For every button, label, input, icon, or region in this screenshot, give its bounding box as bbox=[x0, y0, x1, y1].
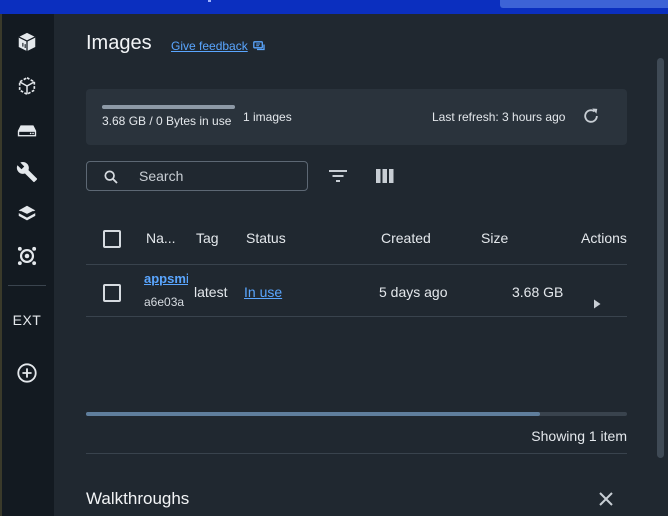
sidebar-item-learning-center[interactable] bbox=[13, 200, 41, 228]
column-header-size[interactable]: Size bbox=[481, 230, 508, 246]
search-input[interactable] bbox=[139, 162, 299, 190]
column-settings-button[interactable] bbox=[373, 166, 397, 186]
sidebar-ext-label: EXT bbox=[12, 312, 42, 328]
learning-center-icon bbox=[18, 205, 36, 221]
refresh-button[interactable] bbox=[581, 106, 601, 126]
image-created: 5 days ago bbox=[379, 284, 448, 300]
table-horizontal-scrollbar[interactable] bbox=[86, 412, 627, 416]
header-divider bbox=[86, 264, 627, 265]
give-feedback-label: Give feedback bbox=[171, 39, 248, 53]
last-refresh-text: Last refresh: 3 hours ago bbox=[432, 110, 566, 124]
image-name-link[interactable]: appsmith bbox=[144, 271, 188, 286]
play-icon bbox=[594, 299, 601, 309]
containers-icon bbox=[18, 32, 36, 52]
showing-count: Showing 1 item bbox=[531, 428, 627, 444]
columns-icon bbox=[376, 169, 394, 183]
column-header-tag[interactable]: Tag bbox=[196, 230, 219, 246]
image-size: 3.68 GB bbox=[512, 284, 564, 300]
run-image-button[interactable] bbox=[589, 296, 605, 312]
table-scrollbar-thumb[interactable] bbox=[86, 412, 541, 416]
search-box bbox=[86, 161, 308, 191]
images-table: Na... Tag Status Created Size Actions ap… bbox=[86, 216, 627, 426]
disk-usage-bar-fill bbox=[102, 105, 235, 109]
filter-icon bbox=[329, 170, 347, 182]
sidebar-item-images[interactable] bbox=[13, 72, 41, 100]
extensions-hub-icon bbox=[17, 246, 37, 266]
top-bar bbox=[0, 0, 668, 14]
disk-usage-text: 3.68 GB / 0 Bytes in use bbox=[102, 114, 232, 128]
image-count: 1 images bbox=[243, 110, 292, 124]
footer-divider bbox=[86, 453, 627, 454]
refresh-icon bbox=[584, 108, 598, 123]
sidebar: EXT bbox=[0, 14, 54, 516]
image-id: a6e03a bbox=[144, 295, 185, 309]
walkthroughs-close-button[interactable] bbox=[597, 490, 615, 508]
page-title: Images bbox=[86, 32, 152, 54]
column-header-name[interactable]: Na... bbox=[146, 230, 176, 246]
top-bar-mark bbox=[208, 0, 211, 2]
image-tag: latest bbox=[194, 284, 228, 300]
sidebar-item-dev-environments[interactable] bbox=[13, 158, 41, 186]
row-checkbox[interactable] bbox=[103, 284, 121, 302]
sidebar-item-extensions-hub[interactable] bbox=[13, 242, 41, 270]
dev-environments-icon bbox=[16, 162, 38, 183]
disk-usage-panel: 3.68 GB / 0 Bytes in use 1 images Last r… bbox=[86, 89, 627, 145]
volumes-icon bbox=[17, 125, 37, 137]
column-header-created[interactable]: Created bbox=[381, 230, 431, 246]
close-icon bbox=[599, 492, 613, 506]
sidebar-item-containers[interactable] bbox=[13, 28, 41, 56]
top-bar-button[interactable] bbox=[500, 0, 668, 8]
walkthroughs-title: Walkthroughs bbox=[86, 489, 190, 508]
sidebar-divider bbox=[8, 285, 46, 286]
add-extension-button[interactable] bbox=[13, 359, 41, 387]
add-circle-icon bbox=[17, 363, 37, 383]
give-feedback-link[interactable]: Give feedback bbox=[171, 39, 265, 53]
disk-usage-bar bbox=[102, 105, 235, 109]
page-vertical-scrollbar[interactable] bbox=[657, 58, 664, 458]
search-icon bbox=[104, 170, 118, 184]
feedback-icon bbox=[252, 40, 265, 50]
sidebar-edge bbox=[0, 14, 2, 516]
row-divider bbox=[86, 316, 627, 317]
images-icon bbox=[18, 76, 36, 96]
column-header-actions: Actions bbox=[581, 230, 627, 246]
main-content: Images Give feedback 3.68 GB / 0 Bytes i… bbox=[54, 14, 668, 516]
filter-button[interactable] bbox=[326, 166, 350, 186]
image-status-link[interactable]: In use bbox=[244, 284, 282, 300]
sidebar-item-volumes[interactable] bbox=[13, 116, 41, 144]
column-header-status[interactable]: Status bbox=[246, 230, 286, 246]
select-all-checkbox[interactable] bbox=[103, 230, 121, 248]
